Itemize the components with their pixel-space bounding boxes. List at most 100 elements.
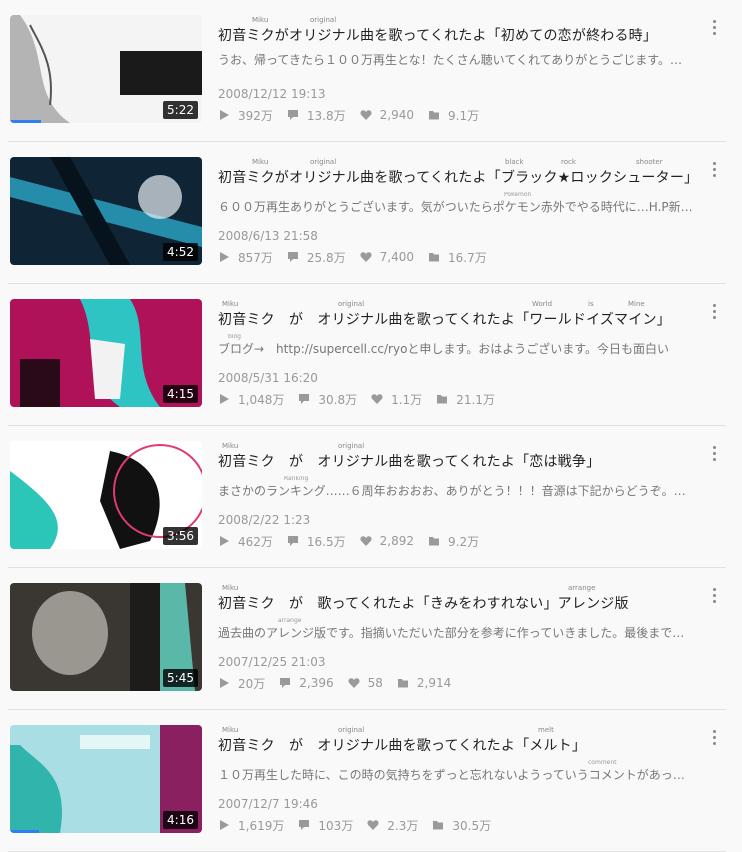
view-count: 392万 bbox=[218, 107, 273, 124]
heart-icon bbox=[360, 109, 376, 121]
play-icon bbox=[218, 251, 234, 263]
more-vert-icon[interactable] bbox=[704, 300, 724, 322]
video-description: 過去曲のアレンジ版です。指摘いただいた部分を参考に作っていきました。最後まで聴… bbox=[218, 626, 693, 640]
upload-date: 2008/12/12 19:13 bbox=[218, 87, 326, 101]
title-ruby: original bbox=[310, 16, 337, 24]
more-vert-icon[interactable] bbox=[704, 16, 724, 38]
upload-date: 2007/12/25 21:03 bbox=[218, 655, 326, 669]
title-ruby: original bbox=[338, 726, 365, 734]
upload-date: 2008/2/22 1:23 bbox=[218, 513, 311, 527]
video-title[interactable]: 初音ミク が オリジナル曲を歌ってくれたよ「メルト」 bbox=[218, 735, 586, 755]
video-stats: 1,619万 103万 2.3万 30.5万 bbox=[218, 816, 505, 834]
like-count: 7,400 bbox=[360, 250, 414, 264]
like-count-value: 58 bbox=[367, 676, 383, 690]
view-count: 462万 bbox=[218, 533, 273, 550]
play-icon bbox=[218, 677, 234, 689]
title-ruby: Mine bbox=[628, 300, 645, 308]
title-ruby: arrange bbox=[568, 584, 596, 592]
title-ruby: Miku bbox=[222, 584, 239, 592]
video-description-area: arrange 過去曲のアレンジ版です。指摘いただいた部分を参考に作っていきました… bbox=[218, 618, 698, 640]
folder-icon bbox=[397, 677, 413, 689]
like-count-value: 7,400 bbox=[379, 250, 414, 264]
video-thumbnail[interactable]: 5:45 bbox=[10, 583, 202, 691]
comment-count-value: 25.8万 bbox=[306, 250, 346, 265]
video-description: １０万再生した時に、この時の気持ちをずっと忘れないようっていうコメントがあったん… bbox=[218, 768, 693, 782]
folder-icon bbox=[432, 819, 448, 831]
duration-badge: 5:45 bbox=[163, 669, 198, 687]
like-count-value: 2.3万 bbox=[387, 818, 419, 833]
video-title[interactable]: 初音ミク が オリジナル曲を歌ってくれたよ「ワールドイズマイン」 bbox=[218, 309, 671, 329]
video-title[interactable]: 初音ミクがオリジナル曲を歌ってくれたよ「ブラック★ロックシューター」 bbox=[218, 167, 698, 187]
title-ruby: Miku bbox=[222, 300, 239, 308]
mylist-count: 16.7万 bbox=[428, 249, 487, 266]
video-title-area[interactable]: Miku original black rock shooter 初音ミクがオリジナル曲を… bbox=[218, 158, 698, 192]
video-item[interactable]: 4:16 Miku original melt 初音ミク が オリジナル曲を歌ってくれた… bbox=[0, 710, 742, 852]
video-thumbnail[interactable]: 4:16 bbox=[10, 725, 202, 833]
mylist-count-value: 16.7万 bbox=[448, 250, 487, 265]
play-icon bbox=[218, 393, 234, 405]
video-stats: 392万 13.8万 2,940 9.1万 bbox=[218, 106, 493, 124]
video-thumbnail[interactable]: 5:22 bbox=[10, 15, 202, 123]
video-title[interactable]: 初音ミクがオリジナル曲を歌ってくれたよ「初めての恋が終わる時」 bbox=[218, 25, 657, 45]
comment-count: 13.8万 bbox=[287, 107, 346, 124]
mylist-count-value: 9.1万 bbox=[448, 108, 480, 123]
duration-badge: 4:52 bbox=[163, 243, 198, 261]
video-item[interactable]: 4:52 Miku original black rock shooter 初音ミクがオリジ… bbox=[0, 142, 742, 284]
video-title[interactable]: 初音ミク が オリジナル曲を歌ってくれたよ「恋は戦争」 bbox=[218, 451, 600, 471]
mylist-count-value: 30.5万 bbox=[452, 818, 492, 833]
more-vert-icon[interactable] bbox=[704, 584, 724, 606]
video-stats: 857万 25.8万 7,400 16.7万 bbox=[218, 248, 501, 266]
view-count: 20万 bbox=[218, 675, 265, 692]
video-title[interactable]: 初音ミク が 歌ってくれたよ「きみをわすれない」アレンジ版 bbox=[218, 593, 629, 613]
comment-count: 2,396 bbox=[279, 676, 334, 690]
mylist-count: 30.5万 bbox=[432, 817, 491, 834]
play-icon bbox=[218, 819, 234, 831]
mylist-count-value: 21.1万 bbox=[456, 392, 495, 407]
video-description-area: うお、帰ってきたら１００万再生とな！たくさん聴いてくれてありがとうごじます。ロ… bbox=[218, 50, 698, 72]
video-thumbnail[interactable]: 3:56 bbox=[10, 441, 202, 549]
video-thumbnail[interactable]: 4:52 bbox=[10, 157, 202, 265]
view-count-value: 462万 bbox=[238, 534, 273, 549]
play-icon bbox=[218, 109, 234, 121]
video-item[interactable]: 5:45 Miku arrange 初音ミク が 歌ってくれたよ「きみをわすれない」ア… bbox=[0, 568, 742, 710]
folder-icon bbox=[428, 251, 444, 263]
more-vert-icon[interactable] bbox=[704, 442, 724, 464]
video-item[interactable]: 5:22 Miku original 初音ミクがオリジナル曲を歌ってくれたよ「初めての… bbox=[0, 0, 742, 142]
video-thumbnail[interactable]: 4:15 bbox=[10, 299, 202, 407]
mylist-count: 21.1万 bbox=[436, 391, 495, 408]
video-title-area[interactable]: Miku arrange 初音ミク が 歌ってくれたよ「きみをわすれない」アレンジ版 bbox=[218, 584, 698, 618]
video-item[interactable]: 3:56 Miku original 初音ミク が オリジナル曲を歌ってくれたよ「恋は… bbox=[0, 426, 742, 568]
video-description-area: Pokémon ６００万再生ありがとうございます。気がついたらポケモン赤外でやる時… bbox=[218, 192, 698, 214]
video-list: 5:22 Miku original 初音ミクがオリジナル曲を歌ってくれたよ「初めての… bbox=[0, 0, 742, 852]
like-count: 1.1万 bbox=[371, 391, 422, 408]
view-count: 1,619万 bbox=[218, 817, 284, 834]
video-title-area[interactable]: Miku original 初音ミクがオリジナル曲を歌ってくれたよ「初めての恋が終わ… bbox=[218, 16, 698, 50]
video-title-area[interactable]: Miku original 初音ミク が オリジナル曲を歌ってくれたよ「恋は戦争」 bbox=[218, 442, 698, 476]
video-title-area[interactable]: Miku original melt 初音ミク が オリジナル曲を歌ってくれたよ「メル… bbox=[218, 726, 698, 760]
comment-icon bbox=[287, 251, 303, 263]
upload-date: 2007/12/7 19:46 bbox=[218, 797, 318, 811]
heart-icon bbox=[360, 251, 376, 263]
title-ruby: black bbox=[505, 158, 524, 166]
heart-icon bbox=[371, 393, 387, 405]
comment-icon bbox=[298, 819, 314, 831]
video-item[interactable]: 4:15 Miku original World is Mine 初音ミク が オリジナル曲… bbox=[0, 284, 742, 426]
mylist-count: 2,914 bbox=[397, 676, 451, 690]
like-count: 58 bbox=[348, 676, 383, 690]
video-title-area[interactable]: Miku original World is Mine 初音ミク が オリジナル曲を歌って… bbox=[218, 300, 698, 334]
video-description: まさかのランキング……６周年おおおお、ありがとう！！！音源は下記からどうぞ。… bbox=[218, 484, 686, 498]
title-ruby: rock bbox=[561, 158, 576, 166]
title-ruby: is bbox=[588, 300, 594, 308]
more-vert-icon[interactable] bbox=[704, 158, 724, 180]
duration-badge: 3:56 bbox=[163, 527, 198, 545]
more-vert-icon[interactable] bbox=[704, 726, 724, 748]
like-count: 2,892 bbox=[360, 534, 414, 548]
comment-count-value: 13.8万 bbox=[306, 108, 346, 123]
view-count: 1,048万 bbox=[218, 391, 284, 408]
comment-count: 16.5万 bbox=[287, 533, 346, 550]
title-ruby: melt bbox=[538, 726, 554, 734]
comment-count-value: 16.5万 bbox=[306, 534, 346, 549]
folder-icon bbox=[428, 535, 444, 547]
heart-icon bbox=[360, 535, 376, 547]
video-stats: 1,048万 30.8万 1.1万 21.1万 bbox=[218, 390, 509, 408]
